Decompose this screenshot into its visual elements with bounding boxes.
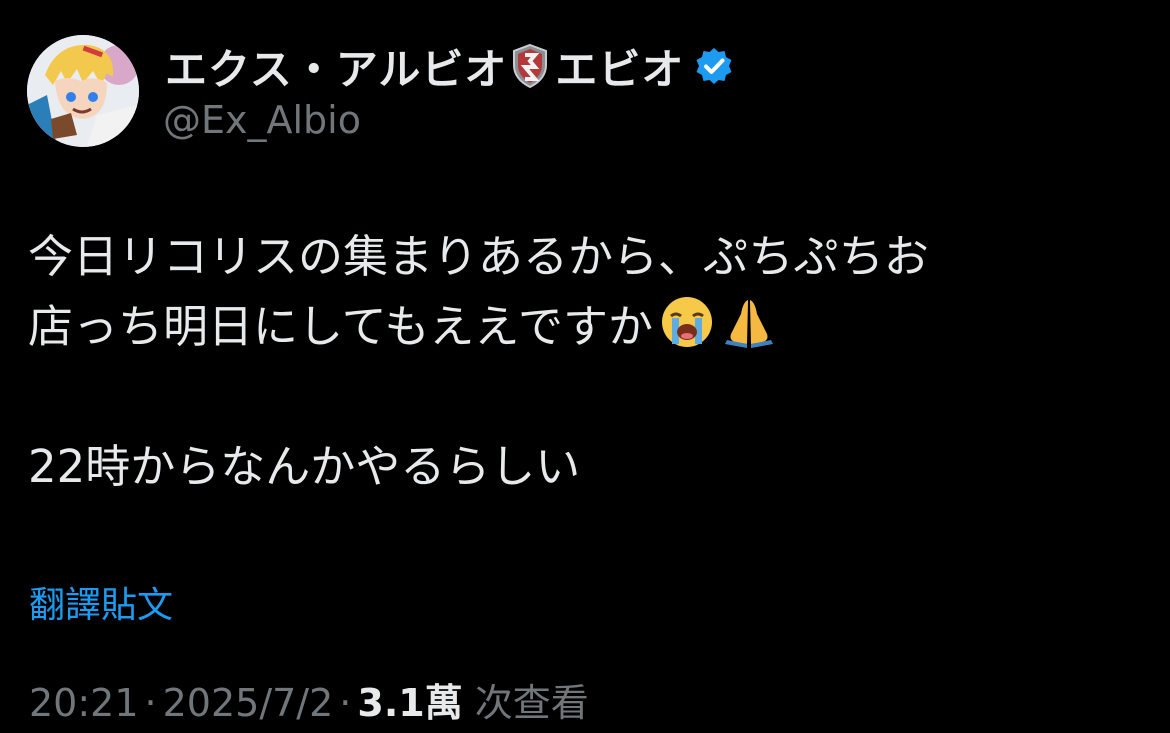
tweet: エクス・アルビオ エビオ @Ex_Albio 今日リコリスの集まりあるから、ぷち… bbox=[0, 0, 1170, 733]
tweet-meta: 20:21 · 2025/7/2 · 3.1萬 次查看 bbox=[29, 672, 589, 727]
tweet-text-line: 今日リコリスの集まりあるから、ぷちぷちお bbox=[28, 230, 929, 283]
tweet-date[interactable]: 2025/7/2 bbox=[163, 681, 334, 725]
author-display-name[interactable]: エクス・アルビオ bbox=[165, 36, 507, 97]
views-label[interactable]: 次查看 bbox=[475, 681, 589, 725]
shield-icon bbox=[511, 43, 549, 89]
tweet-text: 今日リコリスの集まりあるから、ぷちぷちお 店っち明日にしてもええですか 22時か… bbox=[28, 222, 1138, 502]
author-name-suffix[interactable]: エビオ bbox=[555, 36, 684, 97]
views-count[interactable]: 3.1萬 bbox=[357, 681, 462, 725]
loudly-crying-face-icon bbox=[659, 294, 715, 350]
meta-separator: · bbox=[144, 681, 157, 725]
author-name-row[interactable]: エクス・アルビオ エビオ bbox=[165, 38, 734, 94]
tweet-time[interactable]: 20:21 bbox=[29, 681, 139, 725]
tweet-text-blank-line bbox=[28, 362, 1138, 432]
verified-badge-icon bbox=[694, 46, 734, 86]
tweet-text-line-with-emoji: 店っち明日にしてもええですか bbox=[28, 292, 1138, 362]
translate-post-link[interactable]: 翻譯貼文 bbox=[29, 576, 173, 628]
folded-hands-icon bbox=[721, 294, 777, 350]
meta-separator: · bbox=[339, 681, 352, 725]
author-handle[interactable]: @Ex_Albio bbox=[163, 98, 361, 142]
tweet-text-line: 店っち明日にしてもええですか bbox=[28, 300, 654, 353]
avatar[interactable] bbox=[27, 35, 139, 147]
tweet-text-line: 22時からなんかやるらしい bbox=[28, 440, 581, 493]
